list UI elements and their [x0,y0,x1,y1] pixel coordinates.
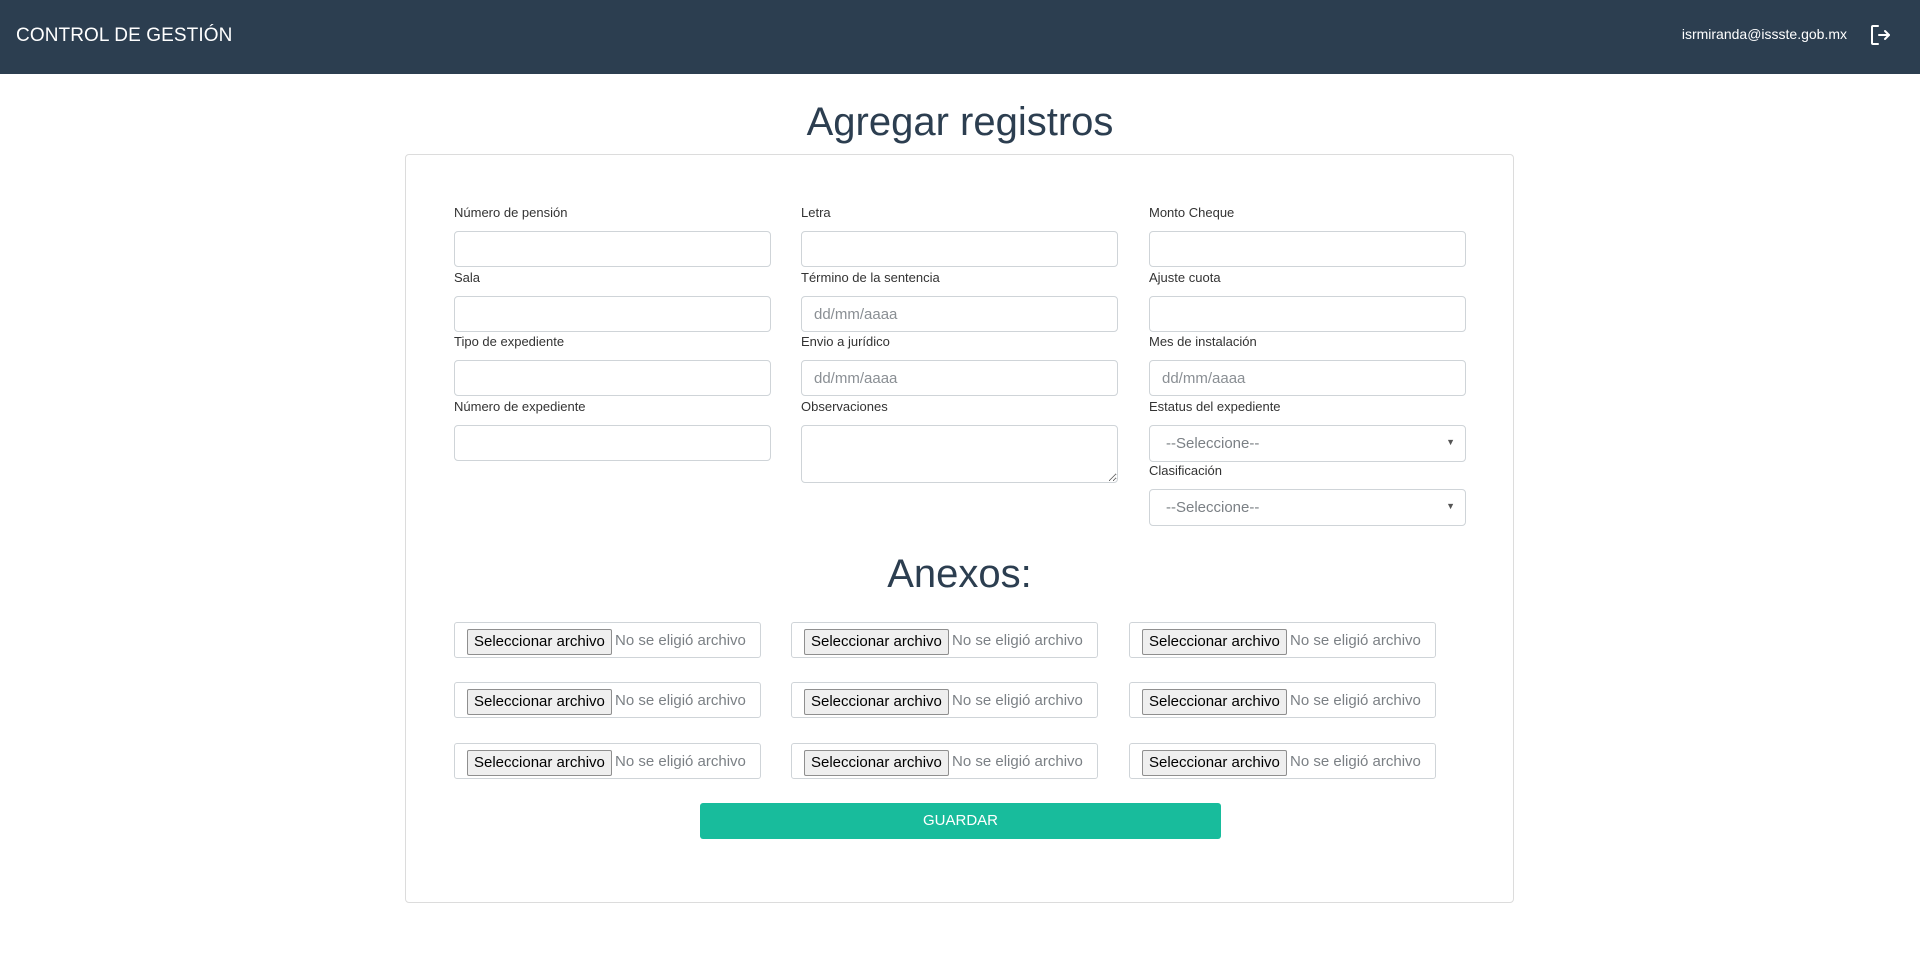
user-email: isrmiranda@issste.gob.mx [1681,26,1847,42]
page-title: Agregar registros [806,100,1114,144]
file-status-text: No se eligió archivo [615,692,746,709]
select-file-button[interactable]: Seleccionar archivo [804,689,949,715]
select-file-button[interactable]: Seleccionar archivo [1142,750,1287,776]
file-input-1[interactable]: Seleccionar archivo No se eligió archivo [454,622,761,658]
file-status-text: No se eligió archivo [615,632,746,649]
file-status-text: No se eligió archivo [1290,692,1421,709]
file-input-6[interactable]: Seleccionar archivo No se eligió archivo [1129,682,1436,718]
sala-label: Sala [454,270,481,285]
tipo-expediente-label: Tipo de expediente [454,334,565,349]
chevron-down-icon: ▼ [1446,437,1455,447]
termino-sentencia-date-input[interactable] [801,296,1118,332]
select-file-button[interactable]: Seleccionar archivo [804,629,949,655]
observaciones-label: Observaciones [801,399,888,414]
letra-input[interactable] [801,231,1118,267]
select-file-button[interactable]: Seleccionar archivo [467,689,612,715]
file-input-2[interactable]: Seleccionar archivo No se eligió archivo [791,622,1098,658]
file-status-text: No se eligió archivo [615,753,746,770]
clasificacion-label: Clasificación [1149,463,1222,478]
top-navbar: CONTROL DE GESTIÓN isrmiranda@issste.gob… [0,0,1920,74]
numero-pension-input[interactable] [454,231,771,267]
app-brand[interactable]: CONTROL DE GESTIÓN [16,25,232,47]
envio-juridico-date-input[interactable] [801,360,1118,396]
file-input-9[interactable]: Seleccionar archivo No se eligió archivo [1129,743,1436,779]
select-file-button[interactable]: Seleccionar archivo [804,750,949,776]
logout-icon[interactable] [1868,23,1892,47]
mes-instalacion-label: Mes de instalación [1149,334,1257,349]
tipo-expediente-input[interactable] [454,360,771,396]
chevron-down-icon: ▼ [1446,501,1455,511]
file-input-3[interactable]: Seleccionar archivo No se eligió archivo [1129,622,1436,658]
select-file-button[interactable]: Seleccionar archivo [467,750,612,776]
termino-sentencia-label: Término de la sentencia [801,270,940,285]
file-status-text: No se eligió archivo [952,753,1083,770]
clasificacion-select[interactable]: --Seleccione-- ▼ [1149,489,1466,526]
estatus-expediente-select[interactable]: --Seleccione-- ▼ [1149,425,1466,462]
file-status-text: No se eligió archivo [952,632,1083,649]
clasificacion-selected: --Seleccione-- [1166,499,1260,516]
estatus-expediente-label: Estatus del expediente [1149,399,1281,414]
select-file-button[interactable]: Seleccionar archivo [1142,689,1287,715]
save-button[interactable]: GUARDAR [700,803,1221,839]
envio-juridico-label: Envio a jurídico [801,334,890,349]
file-input-4[interactable]: Seleccionar archivo No se eligió archivo [454,682,761,718]
monto-cheque-label: Monto Cheque [1149,205,1235,220]
numero-pension-label: Número de pensión [454,205,568,220]
file-status-text: No se eligió archivo [952,692,1083,709]
numero-expediente-input[interactable] [454,425,771,461]
file-status-text: No se eligió archivo [1290,632,1421,649]
file-input-5[interactable]: Seleccionar archivo No se eligió archivo [791,682,1098,718]
observaciones-textarea[interactable] [801,425,1118,483]
mes-instalacion-date-input[interactable] [1149,360,1466,396]
sala-input[interactable] [454,296,771,332]
monto-cheque-input[interactable] [1149,231,1466,267]
estatus-expediente-selected: --Seleccione-- [1166,435,1260,452]
numero-expediente-label: Número de expediente [454,399,586,414]
select-file-button[interactable]: Seleccionar archivo [467,629,612,655]
ajuste-cuota-input[interactable] [1149,296,1466,332]
file-status-text: No se eligió archivo [1290,753,1421,770]
file-input-7[interactable]: Seleccionar archivo No se eligió archivo [454,743,761,779]
letra-label: Letra [801,205,831,220]
ajuste-cuota-label: Ajuste cuota [1149,270,1221,285]
anexos-heading: Anexos: [887,552,1032,596]
file-input-8[interactable]: Seleccionar archivo No se eligió archivo [791,743,1098,779]
select-file-button[interactable]: Seleccionar archivo [1142,629,1287,655]
